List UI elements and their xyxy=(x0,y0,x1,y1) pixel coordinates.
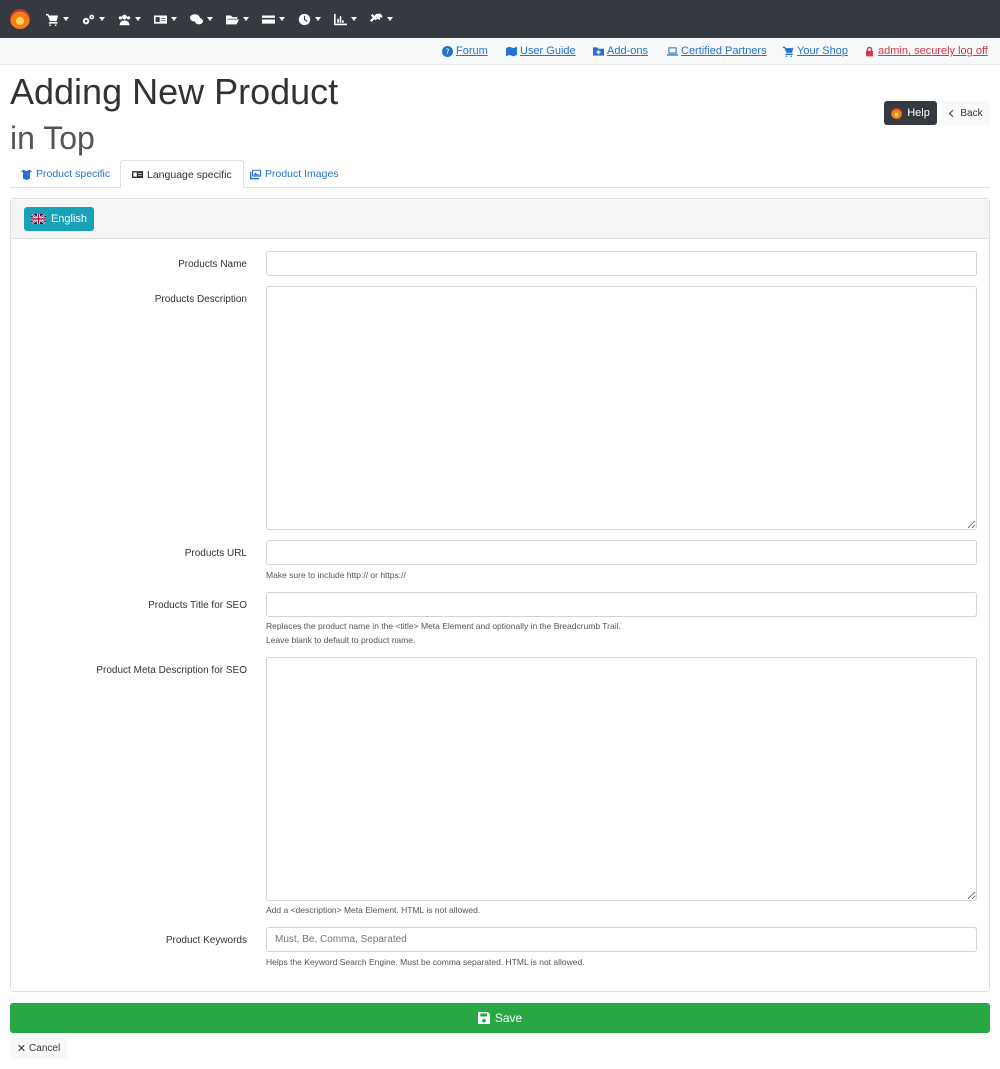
chevron-down-icon xyxy=(243,17,249,21)
close-icon: ✕ xyxy=(16,1043,27,1055)
menu-communication[interactable] xyxy=(190,0,213,38)
products-name-label: Products Name xyxy=(178,259,247,270)
credit-card-icon xyxy=(262,14,275,24)
seo-title-help-2: Leave blank to default to product name. xyxy=(266,635,416,645)
products-description-label: Products Description xyxy=(154,294,247,305)
chevron-down-icon xyxy=(351,17,357,21)
tab-product-specific[interactable]: Product specific xyxy=(10,160,121,188)
menu-customers[interactable] xyxy=(118,0,141,38)
page-title: Adding New Product xyxy=(10,71,339,112)
cart-icon xyxy=(46,13,59,26)
products-url-help: Make sure to include http:// or https:// xyxy=(266,570,406,580)
menu-configuration[interactable] xyxy=(82,0,105,38)
page-subtitle: in Top xyxy=(10,120,95,156)
tools-icon xyxy=(370,13,383,22)
lock-icon xyxy=(866,46,873,56)
chevron-down-icon xyxy=(207,17,213,21)
logoff-link[interactable]: admin, securely log off xyxy=(864,45,988,57)
logo-icon xyxy=(891,107,903,119)
logo-icon[interactable] xyxy=(10,9,30,29)
chart-icon xyxy=(334,13,347,25)
back-button[interactable]: Back xyxy=(943,101,990,125)
menu-orders[interactable] xyxy=(46,0,69,38)
chevron-down-icon xyxy=(99,17,105,21)
laptop-icon xyxy=(667,46,678,56)
tab-language-specific-label: Language specific xyxy=(147,168,232,181)
tab-product-specific-label: Product specific xyxy=(36,168,111,180)
chevron-down-icon xyxy=(171,17,177,21)
products-name-input[interactable] xyxy=(266,251,977,276)
user-guide-link[interactable]: User Guide xyxy=(506,45,576,57)
products-description-textarea[interactable] xyxy=(266,286,977,530)
chevron-down-icon xyxy=(315,17,321,21)
save-button[interactable]: Save xyxy=(10,1003,990,1033)
back-button-label: Back xyxy=(960,107,983,119)
folder-icon xyxy=(226,14,239,24)
product-keywords-label: Product Keywords xyxy=(165,935,247,946)
secondary-link-bar: ? Forum User Guide Add-ons Certified Par… xyxy=(0,38,1000,65)
seo-title-help-1: Replaces the product name in the <title>… xyxy=(266,621,621,631)
language-english-button[interactable]: English xyxy=(24,207,94,231)
meta-description-label: Product Meta Description for SEO xyxy=(96,665,247,676)
tab-product-images-label: Product Images xyxy=(265,168,339,180)
meta-description-textarea[interactable] xyxy=(266,657,977,901)
your-shop-link[interactable]: Your Shop xyxy=(783,45,848,57)
menu-files[interactable] xyxy=(226,0,249,38)
logoff-link-label: admin, securely log off xyxy=(878,45,988,57)
tab-language-specific[interactable]: Language specific xyxy=(120,160,244,189)
cancel-button[interactable]: ✕ Cancel xyxy=(10,1038,67,1059)
products-url-input[interactable] xyxy=(266,540,977,565)
addons-link-label: Add-ons xyxy=(607,45,648,57)
images-icon xyxy=(250,169,261,179)
floppy-disk-icon xyxy=(477,1012,490,1024)
chevron-down-icon xyxy=(63,17,69,21)
help-button[interactable]: Help xyxy=(884,101,937,125)
seo-title-input[interactable] xyxy=(266,592,977,617)
cart-icon xyxy=(783,46,794,57)
question-circle-icon: ? xyxy=(442,45,453,57)
chevron-down-icon xyxy=(135,17,141,21)
seo-title-label: Products Title for SEO xyxy=(148,600,247,611)
menu-reports[interactable] xyxy=(334,0,357,38)
id-card-icon xyxy=(154,14,167,24)
meta-description-help: Add a <description> Meta Element. HTML i… xyxy=(266,905,481,915)
top-navbar xyxy=(0,0,1000,38)
comments-icon xyxy=(190,13,203,24)
certified-partners-link[interactable]: Certified Partners xyxy=(667,45,767,57)
chevron-down-icon xyxy=(387,17,393,21)
tab-product-images[interactable]: Product Images xyxy=(239,160,350,188)
menu-catalog[interactable] xyxy=(154,0,177,38)
map-icon xyxy=(506,46,517,56)
user-guide-link-label: User Guide xyxy=(520,45,576,57)
forum-link[interactable]: ? Forum xyxy=(442,45,488,57)
menu-payments[interactable] xyxy=(262,0,285,38)
id-card-icon xyxy=(132,171,143,178)
gears-icon xyxy=(82,14,95,24)
users-icon xyxy=(118,14,131,25)
chevron-down-icon xyxy=(279,17,285,21)
addons-link[interactable]: Add-ons xyxy=(593,45,648,57)
your-shop-link-label: Your Shop xyxy=(797,45,848,57)
certified-partners-link-label: Certified Partners xyxy=(681,45,767,57)
menu-tools[interactable] xyxy=(370,0,393,38)
menu-history[interactable] xyxy=(298,0,321,38)
product-tabs: Product specific Language specific Produ… xyxy=(10,160,990,189)
product-keywords-help: Helps the Keyword Search Engine. Must be… xyxy=(266,957,585,967)
chevron-left-icon xyxy=(949,109,957,117)
box-open-icon xyxy=(21,169,32,180)
forum-link-label: Forum xyxy=(456,45,488,57)
language-english-label: English xyxy=(50,213,88,225)
product-keywords-input[interactable] xyxy=(266,927,977,952)
save-button-label: Save xyxy=(494,1011,523,1025)
card-header: English xyxy=(11,199,989,239)
cancel-button-label: Cancel xyxy=(29,1043,61,1054)
clock-icon xyxy=(298,13,311,25)
help-button-label: Help xyxy=(907,107,930,119)
folder-plus-icon xyxy=(593,46,604,56)
svg-text:?: ? xyxy=(445,47,449,56)
uk-flag-icon xyxy=(30,214,46,224)
products-url-label: Products URL xyxy=(184,548,247,559)
